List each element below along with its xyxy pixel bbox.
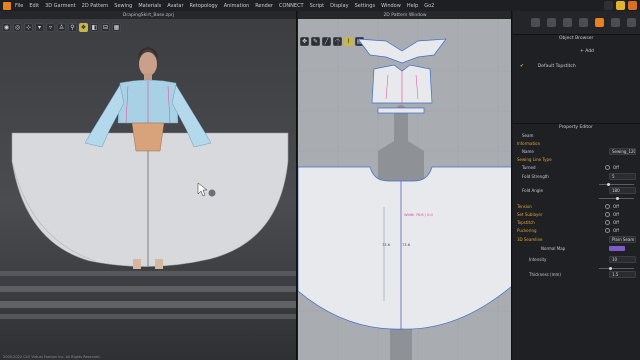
history-icon[interactable] [563, 18, 572, 27]
turned-label: Turned [522, 165, 536, 170]
sleeve-pattern [357, 38, 447, 64]
thickness-field[interactable]: 1.5 [609, 271, 636, 278]
more-icon[interactable] [627, 18, 636, 27]
floor-grid [0, 271, 296, 319]
list-item[interactable]: ✔ Default Topstitch [520, 64, 576, 69]
2d-pattern-window[interactable]: 2D Pattern Window ✥ ✎ ╱ ◠ ⌇ ▤ [298, 11, 512, 360]
topstitch-label: Topstitch [517, 220, 535, 225]
property-editor: Property Editor Seam Information Name Sew… [513, 123, 640, 360]
object-browser: Object Browser + Add ✔ Default Topstitch [513, 35, 640, 133]
menu-render[interactable]: Render [255, 3, 273, 9]
puckering-label: Puckering [517, 228, 537, 233]
normal-map-label: Normal Map [541, 246, 566, 251]
waistband-pattern [377, 107, 425, 114]
menu-display[interactable]: Display [330, 3, 348, 9]
fold-angle-label: Fold Angle [522, 188, 543, 193]
user-icon[interactable] [616, 1, 625, 10]
menu-2d-pattern[interactable]: 2D Pattern [82, 3, 109, 9]
add-button[interactable]: + Add [580, 49, 594, 54]
tools-icon[interactable] [595, 18, 604, 27]
menu-file[interactable]: File [15, 3, 23, 9]
search-icon[interactable] [604, 1, 613, 10]
app-logo [3, 1, 11, 10]
fabric-tool-icon[interactable] [611, 18, 620, 27]
menu-go2[interactable]: Go2 [424, 3, 434, 9]
menu-bar: File Edit 3D Garment 2D Pattern Sewing M… [0, 0, 640, 11]
fold-angle-field[interactable]: 180 [609, 187, 636, 194]
menu-3d-garment[interactable]: 3D Garment [45, 3, 76, 9]
menu-connect[interactable]: CONNECT [279, 3, 304, 9]
3d-scene [0, 47, 296, 319]
menu-sewing[interactable]: Sewing [114, 3, 132, 9]
menu-avatar[interactable]: Avatar [167, 3, 183, 9]
turned-toggle[interactable] [605, 165, 610, 170]
skirt-pattern [298, 166, 511, 330]
thickness-label: Thickness (mm) [529, 272, 561, 277]
check-icon[interactable]: ✔ [520, 64, 524, 69]
section-3d-seamline[interactable]: 3D Seamline [517, 237, 542, 242]
simulate-icon[interactable] [531, 18, 540, 27]
object-type-label: Seam [522, 133, 534, 138]
section-information[interactable]: Information [517, 141, 540, 146]
section-sewing-line-type[interactable]: Sewing Line Type [517, 157, 552, 162]
tension-toggle[interactable] [605, 204, 610, 209]
fold-angle-slider[interactable] [599, 197, 634, 200]
topstitch-toggle[interactable] [605, 220, 610, 225]
set-sublayer-value: Off [613, 212, 619, 217]
name-field[interactable]: Sewing_1205 [609, 148, 636, 155]
library-icon[interactable] [547, 18, 556, 27]
menu-help[interactable]: Help [407, 3, 418, 9]
menu-edit[interactable]: Edit [29, 3, 39, 9]
name-label: Name [522, 149, 534, 154]
fold-strength-label: Fold Strength [522, 174, 549, 179]
fold-strength-field[interactable]: 5 [609, 173, 636, 180]
tension-label: Tension [517, 204, 532, 209]
puckering-value: Off [613, 228, 619, 233]
tension-value: Off [613, 204, 619, 209]
intensity-label: Intensity [529, 257, 547, 262]
puckering-toggle[interactable] [605, 228, 610, 233]
avatar [84, 47, 212, 152]
turned-value: Off [613, 165, 619, 170]
pattern-canvas: Width 76.6 / 0.0 73.6 73.6 [298, 19, 511, 360]
intensity-field[interactable]: 10 [609, 256, 636, 263]
object-browser-title: Object Browser [559, 36, 594, 41]
property-editor-title: Property Editor [559, 125, 593, 130]
status-bar: 2000-2022 CLO Virtual Fashion Inc. All R… [3, 355, 101, 359]
seam-length-left: 73.6 [382, 243, 391, 247]
right-panels: Object Browser + Add ✔ Default Topstitch… [513, 11, 640, 360]
skirt-mesh [11, 132, 289, 267]
topstitch-value: Off [613, 220, 619, 225]
intensity-slider[interactable] [599, 267, 634, 270]
seam-width-label: Width 76.6 / 0.0 [404, 213, 434, 217]
list-item-label: Default Topstitch [537, 64, 576, 69]
menu-retopology[interactable]: Retopology [190, 3, 218, 9]
warning-icon[interactable] [628, 1, 637, 10]
menu-window[interactable]: Window [381, 3, 401, 9]
set-sublayer-label: Set Sublayer [517, 212, 543, 217]
menu-animation[interactable]: Animation [224, 3, 250, 9]
normal-map-swatch[interactable] [609, 246, 625, 251]
seamline-select[interactable]: Plain Seam [609, 236, 636, 243]
top-icon-strip [513, 11, 640, 35]
seam-length-right: 73.6 [402, 243, 411, 247]
menu-materials[interactable]: Materials [138, 3, 161, 9]
3d-garment-window[interactable]: DrapingSkirt_Base.zprj ◉ ◎ ⊹ ▾ ▿ ♙ ⚲ ❖ ◧… [0, 11, 297, 360]
menu-settings[interactable]: Settings [355, 3, 376, 9]
set-sublayer-toggle[interactable] [605, 212, 610, 217]
menu-script[interactable]: Script [310, 3, 325, 9]
fold-strength-slider[interactable] [599, 183, 634, 186]
modular-icon[interactable] [579, 18, 588, 27]
